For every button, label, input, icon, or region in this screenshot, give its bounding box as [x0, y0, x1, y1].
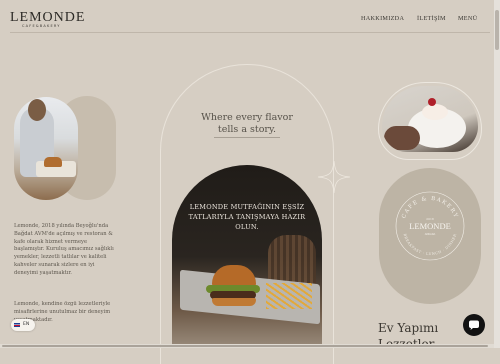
language-switcher[interactable]: EN [11, 319, 35, 331]
badge-sub: ANKARA [425, 232, 436, 236]
dining-photo [14, 97, 78, 200]
uk-flag-icon [14, 323, 20, 327]
site-header: LEMONDE CAFE&BAKERY HAKKIMIZDA İLETİŞİM … [0, 0, 500, 34]
badge-bottom-text: BREAKFAST · LUNCH · DINNER [403, 233, 457, 256]
hero-tagline: Where every flavor tells a story. [201, 112, 293, 135]
horizontal-scroll-thumb[interactable] [2, 345, 488, 347]
language-code: EN [23, 322, 30, 328]
lemonde-badge: CAFE & BAKERY BREAKFAST · LUNCH · DINNER… [395, 191, 465, 261]
badge-top-text: CAFE & BAKERY [401, 196, 457, 219]
brand-subtitle: CAFE&BAKERY [22, 24, 61, 28]
section-title: Ev Yapımı [378, 321, 439, 335]
feature-arch: LEMONDE MUTFAĞININ EŞSİZ TATLARIYLA TANI… [172, 165, 322, 348]
about-paragraph: Lemonde, 2018 yılında Beyoğlu'nda Bağdat… [14, 223, 114, 276]
sparkle-icon [317, 160, 351, 194]
tagline-underline [214, 137, 280, 138]
header-divider [10, 32, 490, 33]
nav-item-contact[interactable]: İLETİŞİM [417, 15, 446, 22]
svg-text:BREAKFAST · LUNCH · DINNER: BREAKFAST · LUNCH · DINNER [403, 233, 458, 256]
nav-item-about[interactable]: HAKKIMIZDA [361, 15, 404, 22]
nav-item-menu[interactable]: MENÜ [458, 15, 477, 22]
vertical-scrollbar[interactable] [494, 0, 500, 348]
chat-icon [469, 320, 479, 330]
badge-name: LEMONDE [409, 221, 451, 231]
feature-text: LEMONDE MUTFAĞININ EŞSİZ TATLARIYLA TANI… [188, 203, 306, 231]
vertical-scroll-thumb[interactable] [495, 10, 499, 50]
svg-text:CAFE & BAKERY: CAFE & BAKERY [401, 196, 459, 219]
dessert-photo [382, 86, 478, 152]
chat-button[interactable] [463, 314, 485, 336]
